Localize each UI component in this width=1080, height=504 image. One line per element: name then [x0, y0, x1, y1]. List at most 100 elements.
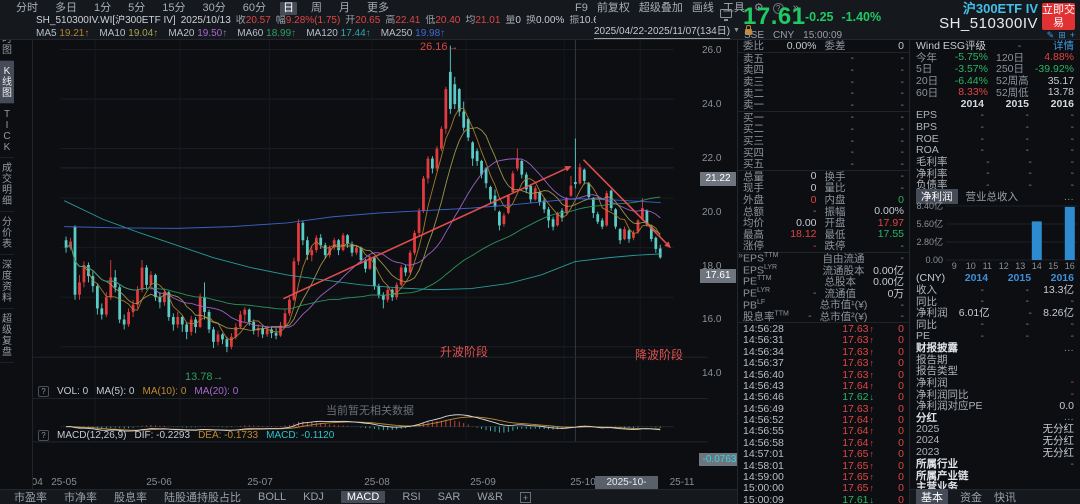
sell-queue: 卖五 - - 卖四 - - 卖三 - - 卖二 - - 卖一 - -	[738, 52, 909, 112]
date-range[interactable]: 2025/04/22-2025/11/07(134日)	[594, 22, 731, 39]
tool-画线[interactable]: 画线	[692, 2, 714, 15]
tape-row: 14:56:52 17.64↑ 0	[743, 414, 904, 427]
date-tick: 25-07	[247, 477, 273, 488]
svg-text:15: 15	[1048, 261, 1058, 271]
info-panel: Wind ESG评级 - 详情 今年 -5.75% 120日 4.88% 5日 -3.57% 25…	[910, 40, 1080, 504]
sidebar-item-K线图[interactable]: K 线 图	[0, 61, 14, 104]
vol-legend-item: MA(20): 0	[194, 386, 239, 397]
tape-row: 14:56:31 17.63↑ 0	[743, 334, 904, 347]
add-indicator-button[interactable]: +	[519, 491, 531, 503]
quote-stats: 总量 0 换手 - 现手 0 量比 - 外盘 0 内盘 0 总额 - 振幅 0.00% 均价 0.00 开盘 17.9…	[738, 170, 909, 253]
svg-text:5.60亿: 5.60亿	[916, 218, 943, 229]
period-tab-bar: 分时 多日 1分 5分 15分 30分 60分日周月更多	[13, 2, 392, 15]
symbol-code: SH_510300IV	[939, 15, 1038, 32]
profit-bar-chart: 8.40亿 5.60亿 2.80亿 0.00 9 10 11 12 13 14 15 16	[910, 202, 1080, 272]
svg-text:11: 11	[983, 261, 992, 271]
stat-row: 涨停 - 跌停 -	[743, 239, 904, 253]
period-tab-多日[interactable]: 多日	[52, 2, 80, 15]
indicator-tab-bar: 市盈率 市净率 股息率 陆股通持股占比 BOLL KDJ MACD RSI SAR W&R +	[0, 489, 737, 504]
macd-legend-item: DEA: -0.1733	[198, 430, 259, 441]
indicator-tab-RSI[interactable]: RSI	[402, 491, 420, 503]
tool-前复权[interactable]: 前复权	[597, 2, 630, 15]
indicator-tab-KDJ[interactable]: KDJ	[303, 491, 324, 503]
macd-legend-item: MACD(12,26,9)	[57, 430, 127, 441]
quote-field-开: 开20.65	[345, 15, 381, 26]
period-tab-60分[interactable]: 60分	[240, 2, 269, 15]
period-tab-分时[interactable]: 分时	[13, 2, 41, 15]
macd-legend: ? MACD(12,26,9) DIF: -0.2293 DEA: -0.1733 MA…	[38, 430, 334, 441]
panel-tab-基本[interactable]: 基本	[916, 489, 948, 504]
help-icon[interactable]: ?	[38, 430, 49, 441]
edit-icon[interactable]: ✎	[1047, 31, 1055, 40]
quote-field-收: 收20.57	[235, 15, 271, 26]
period-tab-周[interactable]: 周	[308, 2, 325, 15]
sidebar-item-TICK[interactable]: T I C K	[0, 104, 14, 158]
tape-row: 14:56:28 17.63↑ 0	[743, 322, 904, 335]
svg-text:10: 10	[966, 261, 976, 271]
panel-tab-资金[interactable]: 资金	[960, 489, 982, 504]
period-tab-30分[interactable]: 30分	[200, 2, 229, 15]
vol-legend-item: MA(5): 0	[96, 386, 135, 397]
period-tab-更多[interactable]: 更多	[364, 2, 392, 15]
indicator-tab-W&R[interactable]: W&R	[477, 491, 503, 503]
date-tick: 25-11	[669, 477, 695, 488]
currency: CNY	[773, 30, 795, 41]
period-tab-日[interactable]: 日	[280, 2, 297, 15]
indicator-tab-陆股通持股占比[interactable]: 陆股通持股占比	[164, 489, 241, 504]
last-price-marker: 17.61	[700, 269, 736, 283]
panel-tab-快讯[interactable]: 快讯	[994, 489, 1016, 504]
indicator-tab-市净率[interactable]: 市净率	[64, 489, 97, 504]
quote-panel: 委比 0.00% 委差 0 卖五 - - 卖四 - - 卖三 - - 卖二 - - 卖一 - - 买一 - - 买二 - -…	[737, 40, 910, 504]
left-sidebar: 分 时 图K 线 图T I C K成 交 明 细分 价 表深 度 资 料超 级 …	[0, 18, 33, 504]
quote-field-振: 振10.66%	[569, 15, 596, 26]
indicator-tab-SAR[interactable]: SAR	[438, 491, 461, 503]
exchange-info: SSE CNY 15:00:09	[744, 30, 842, 41]
monitor-icon[interactable]	[720, 9, 732, 21]
date-tick: 25-08	[364, 477, 390, 488]
period-tab-月[interactable]: 月	[336, 2, 353, 15]
capital-row: 股息率TTM - 总市值²(¥) -	[743, 310, 904, 323]
year-col: 2015	[1005, 97, 1029, 110]
trade-now-button[interactable]: 立即交易	[1042, 3, 1075, 30]
mini-chart-tabs: 净利润 营业总收入…	[910, 189, 1080, 205]
sidebar-item-超级复盘[interactable]: 超 级 复 盘	[0, 309, 14, 363]
more-icon[interactable]: …	[1064, 191, 1075, 203]
ma-legend-MA20: MA20 19.50↑	[168, 28, 228, 39]
indicator-tab-股息率[interactable]: 股息率	[114, 489, 147, 504]
quote-field-量: 量0	[505, 15, 521, 26]
sidebar-item-深度资料[interactable]: 深 度 资 料	[0, 255, 14, 309]
svg-text:13: 13	[1015, 261, 1025, 271]
indicator-tab-MACD[interactable]: MACD	[340, 491, 386, 503]
period-tab-1分[interactable]: 1分	[91, 2, 114, 15]
sidebar-item-分价表[interactable]: 分 价 表	[0, 212, 14, 255]
overlay-icon[interactable]: ⊞	[1058, 31, 1066, 40]
tape-row: 15:00:09 17.61↓ 0	[743, 493, 904, 504]
tool-F9[interactable]: F9	[575, 2, 588, 15]
indicator-tab-BOLL[interactable]: BOLL	[258, 491, 286, 503]
info-panel-tabs: 基本 资金 快讯	[910, 489, 1080, 504]
indicator-tab-市盈率[interactable]: 市盈率	[14, 489, 47, 504]
macd-legend-item: MACD: -0.1120	[266, 430, 335, 441]
ma-legend-MA60: MA60 18.99↑	[237, 28, 297, 39]
sidebar-item-成交明细[interactable]: 成 交 明 细	[0, 158, 14, 212]
mini-icons: ✎ ⊞ +	[1047, 31, 1075, 40]
tool-超级叠加[interactable]: 超级叠加	[639, 2, 683, 15]
period-tab-5分[interactable]: 5分	[125, 2, 148, 15]
expand-icon[interactable]: »	[738, 250, 743, 260]
header: 分时 多日 1分 5分 15分 30分 60分日周月更多 F9 前复权 超级叠加 画线 工具 ⚙?» …	[0, 0, 1080, 41]
fin-row: ROE - - -	[916, 132, 1074, 145]
help-icon[interactable]: ?	[38, 386, 49, 397]
bid-ask-ratio-row: 委比 0.00% 委差 0	[743, 40, 904, 53]
annotation-uptrend: 升波阶段	[440, 345, 489, 359]
tape-row: 14:56:49 17.63↑ 0	[743, 402, 904, 415]
symbol-prefix: SH_510300IV.WI[沪300ETF IV]	[36, 15, 176, 26]
annotation-low: 13.78→	[185, 371, 224, 383]
tape-row: 14:56:43 17.64↑ 0	[743, 379, 904, 392]
add-icon[interactable]: +	[1070, 31, 1075, 40]
capital-stats: EPSTTM 自由流通 - EPSLYR 流通股本 0.00亿 PETTM 总股本 0.00亿 P…	[738, 252, 909, 324]
date-range-control[interactable]: 2025/04/22-2025/11/07(134日) ▼	[594, 22, 752, 39]
period-tab-15分[interactable]: 15分	[159, 2, 188, 15]
chevron-down-icon: ▼	[733, 27, 740, 34]
annotation-downtrend: 降波阶段	[635, 348, 684, 362]
tape-row: 14:56:34 17.63↑ 0	[743, 345, 904, 358]
